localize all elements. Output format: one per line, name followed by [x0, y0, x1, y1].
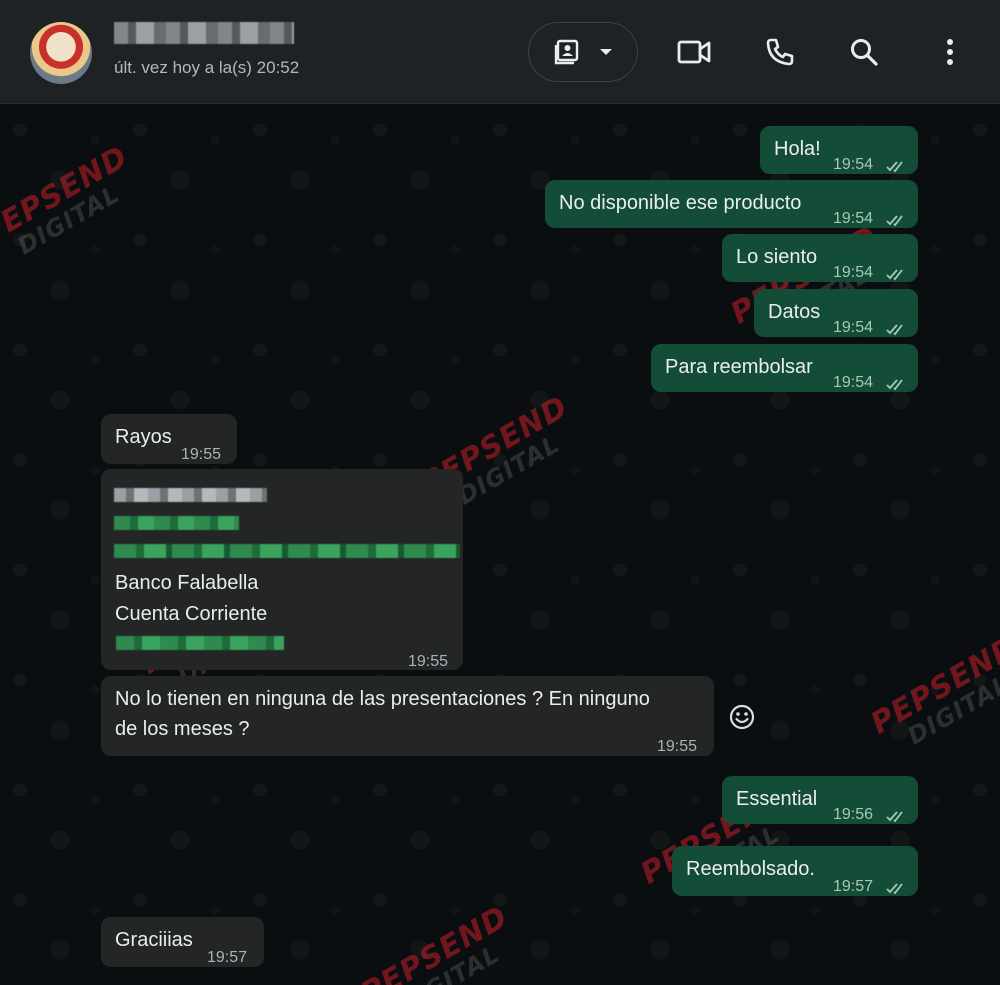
message-outgoing[interactable]: Reembolsado. 19:57 [672, 846, 918, 896]
message-time: 19:54 [833, 319, 874, 336]
search-button[interactable] [846, 34, 882, 70]
message-outgoing[interactable]: Essential 19:56 [722, 776, 918, 824]
read-ticks-icon [886, 206, 908, 227]
message-time: 19:54 [833, 210, 874, 227]
video-call-icon [677, 39, 711, 65]
message-outgoing[interactable]: Lo siento 19:54 [722, 234, 918, 282]
last-seen-status: últ. vez hoy a la(s) 20:52 [114, 58, 300, 77]
message-outgoing[interactable]: Hola! 19:54 [760, 126, 918, 174]
redacted-name [114, 488, 267, 502]
message-text: Graciiias [115, 929, 193, 951]
video-call-button[interactable] [676, 34, 712, 70]
read-ticks-icon [886, 260, 908, 281]
message-time: 19:54 [833, 264, 874, 281]
message-time: 19:54 [833, 374, 874, 391]
message-outgoing[interactable]: Datos 19:54 [754, 289, 918, 337]
message-text: Rayos [115, 426, 172, 448]
message-incoming[interactable]: Rayos 19:55 [101, 414, 237, 464]
message-text: Hola! [774, 138, 821, 160]
redacted-account-number [116, 636, 284, 650]
contact-card-button[interactable] [528, 22, 638, 82]
voice-call-button[interactable] [762, 34, 798, 70]
message-text-line: de los meses ? [115, 718, 250, 740]
message-text: Datos [768, 301, 821, 323]
read-ticks-icon [886, 370, 908, 391]
account-type: Cuenta Corriente [115, 603, 268, 625]
message-time: 19:54 [833, 156, 874, 173]
menu-button[interactable] [932, 34, 968, 70]
smiley-icon [728, 704, 756, 735]
message-outgoing[interactable]: No disponible ese producto 19:54 [545, 180, 918, 228]
contact-card-icon [553, 38, 581, 66]
reaction-button[interactable] [728, 703, 756, 731]
message-time: 19:55 [181, 446, 222, 463]
redacted-rut [114, 516, 239, 530]
message-incoming-bank-details[interactable]: Banco Falabella Cuenta Corriente 19:55 [101, 469, 463, 670]
phone-icon [765, 37, 795, 67]
message-time: 19:57 [833, 878, 874, 895]
message-text-line: No lo tienen en ninguna de las presentac… [115, 688, 650, 710]
search-icon [849, 37, 879, 67]
avatar[interactable] [30, 22, 92, 84]
redacted-email [114, 544, 460, 558]
contact-name-redacted[interactable] [114, 22, 294, 44]
chat-header: últ. vez hoy a la(s) 20:52 [0, 0, 1000, 104]
message-text: Reembolsado. [686, 858, 815, 880]
message-incoming[interactable]: Graciiias 19:57 [101, 917, 264, 967]
read-ticks-icon [886, 152, 908, 173]
message-time: 19:57 [207, 949, 248, 966]
message-text: Lo siento [736, 246, 818, 268]
bank-name: Banco Falabella [115, 572, 259, 594]
message-outgoing[interactable]: Para reembolsar 19:54 [651, 344, 918, 392]
menu-icon [946, 38, 954, 66]
message-incoming[interactable]: No lo tienen en ninguna de las presentac… [101, 676, 714, 756]
message-text: Essential [736, 788, 818, 810]
message-time: 19:56 [833, 806, 874, 823]
read-ticks-icon [886, 315, 908, 336]
chevron-down-icon [599, 47, 613, 57]
message-time: 19:55 [657, 738, 698, 755]
message-text: Para reembolsar [665, 356, 813, 378]
read-ticks-icon [886, 802, 908, 823]
message-time: 19:55 [408, 653, 449, 670]
message-text: No disponible ese producto [559, 192, 802, 214]
read-ticks-icon [886, 874, 908, 895]
